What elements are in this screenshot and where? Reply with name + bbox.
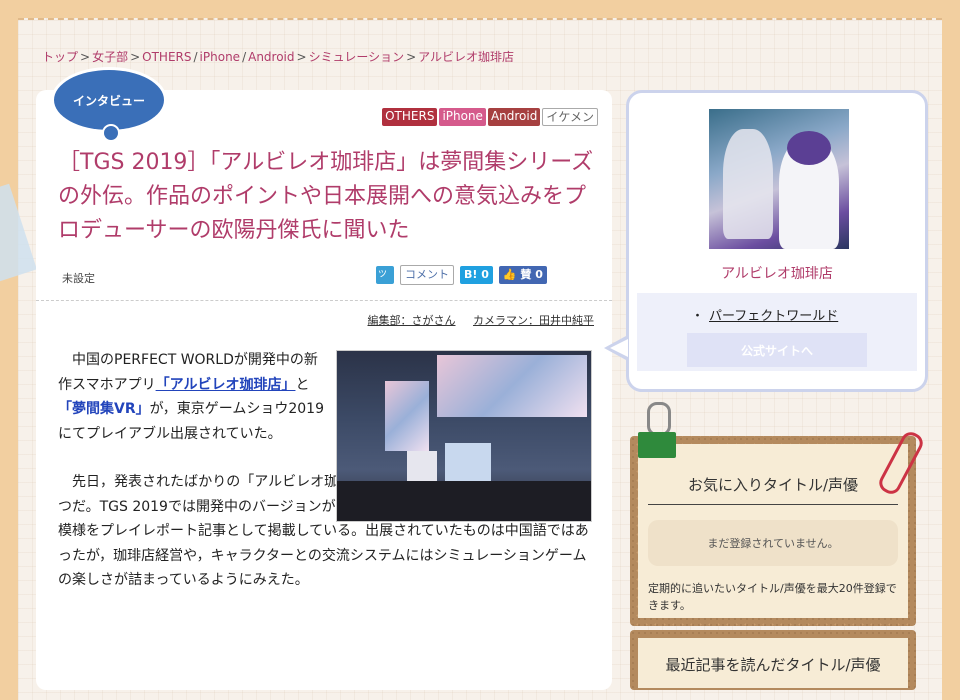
game-key-visual[interactable]	[709, 109, 849, 249]
comment-button[interactable]: コメント	[400, 265, 454, 285]
breadcrumb: トップ > 女子部 > OTHERS / iPhone / Android > シミュレーション > ア…	[42, 48, 514, 65]
breadcrumb-separator: >	[406, 50, 417, 64]
photo-screen	[437, 355, 587, 417]
tag-iphone[interactable]: iPhone	[439, 108, 486, 126]
tag-others[interactable]: OTHERS	[382, 108, 438, 126]
breadcrumb-game[interactable]: アルビレオ珈琲店	[418, 50, 514, 64]
breadcrumb-separator: >	[80, 50, 91, 64]
character-figure	[723, 129, 773, 239]
paragraph-text: と	[295, 376, 310, 393]
tweet-button[interactable]: ツイート	[376, 266, 394, 334]
tag-ikemen[interactable]: イケメン	[542, 108, 598, 126]
divider	[36, 300, 612, 301]
favorites-divider	[648, 504, 898, 505]
category-badge: インタビュー	[54, 70, 164, 140]
game-info-card: アルビレオ珈琲店 パーフェクトワールド 公式サイトへ	[626, 90, 928, 392]
editor-credit-link[interactable]: 編集部：さがさん	[368, 314, 456, 327]
facebook-like-button[interactable]: 👍 賛 0	[498, 266, 547, 284]
favorites-note: 定期的に追いたいタイトル/声優を最大20件登録できます。	[648, 582, 897, 612]
official-site-button[interactable]: 公式サイトへ	[687, 333, 867, 367]
speech-tail-inner	[610, 339, 628, 357]
photo-screen	[385, 381, 429, 451]
favorites-title: お気に入りタイトル/声優	[687, 476, 859, 494]
albireo-link[interactable]: 「アルビレオ珈琲店」	[156, 377, 296, 393]
breadcrumb-separator: /	[242, 50, 247, 64]
character-hair	[787, 131, 831, 165]
breadcrumb-others[interactable]: OTHERS	[142, 50, 191, 64]
photo-floor	[337, 481, 591, 521]
mugenshu-vr-link[interactable]: 「夢間集VR」	[58, 401, 150, 417]
breadcrumb-top[interactable]: トップ	[42, 50, 78, 64]
booth-photo[interactable]	[336, 350, 592, 522]
breadcrumb-separator: >	[130, 50, 141, 64]
tag-list: OTHERS iPhone Android イケメン	[382, 108, 598, 126]
publisher-link[interactable]: パーフェクトワールド	[691, 305, 838, 324]
breadcrumb-simulation[interactable]: シミュレーション	[309, 50, 405, 64]
binder-clip-jaw	[638, 432, 676, 458]
breadcrumb-iphone[interactable]: iPhone	[200, 50, 241, 64]
article-title: ［TGS 2019］「アルビレオ珈琲店」は夢間集シリーズの外伝。作品のポイントや…	[58, 150, 594, 243]
binder-clip-icon	[638, 402, 676, 460]
unset-label: 未設定	[62, 272, 95, 285]
paragraph-1: 中国のPERFECT WORLDが開発中の新作スマホアプリ「アルビレオ珈琲店」と…	[58, 348, 328, 446]
breadcrumb-android[interactable]: Android	[248, 50, 294, 64]
binder-clip-loop	[647, 402, 671, 436]
breadcrumb-joshibu[interactable]: 女子部	[92, 50, 128, 64]
breadcrumb-separator: >	[296, 50, 307, 64]
publisher-box: パーフェクトワールド 公式サイトへ	[637, 293, 917, 371]
game-name-link[interactable]: アルビレオ珈琲店	[629, 263, 925, 283]
camera-credit-link[interactable]: カメラマン：田井中純平	[473, 314, 594, 327]
favorites-panel: お気に入りタイトル/声優 まだ登録されていません。 定期的に追いたいタイトル/声…	[638, 444, 908, 618]
breadcrumb-separator: /	[193, 50, 198, 64]
favorites-empty-message: まだ登録されていません。	[648, 520, 898, 566]
recent-title: 最近記事を読んだタイトル/声優	[665, 656, 881, 674]
article-card: OTHERS iPhone Android イケメン ［TGS 2019］「アル…	[36, 90, 612, 690]
recent-board: 最近記事を読んだタイトル/声優	[630, 630, 916, 690]
share-bar: ツイート コメント B! 0 👍 賛 0	[376, 265, 547, 334]
tag-android[interactable]: Android	[487, 108, 541, 126]
favorites-board: お気に入りタイトル/声優 まだ登録されていません。 定期的に追いたいタイトル/声…	[630, 436, 916, 626]
recent-panel: 最近記事を読んだタイトル/声優	[638, 638, 908, 688]
article-credits: 編集部：さがさん カメラマン：田井中純平	[354, 312, 595, 328]
hatena-bookmark-button[interactable]: B! 0	[460, 266, 493, 284]
